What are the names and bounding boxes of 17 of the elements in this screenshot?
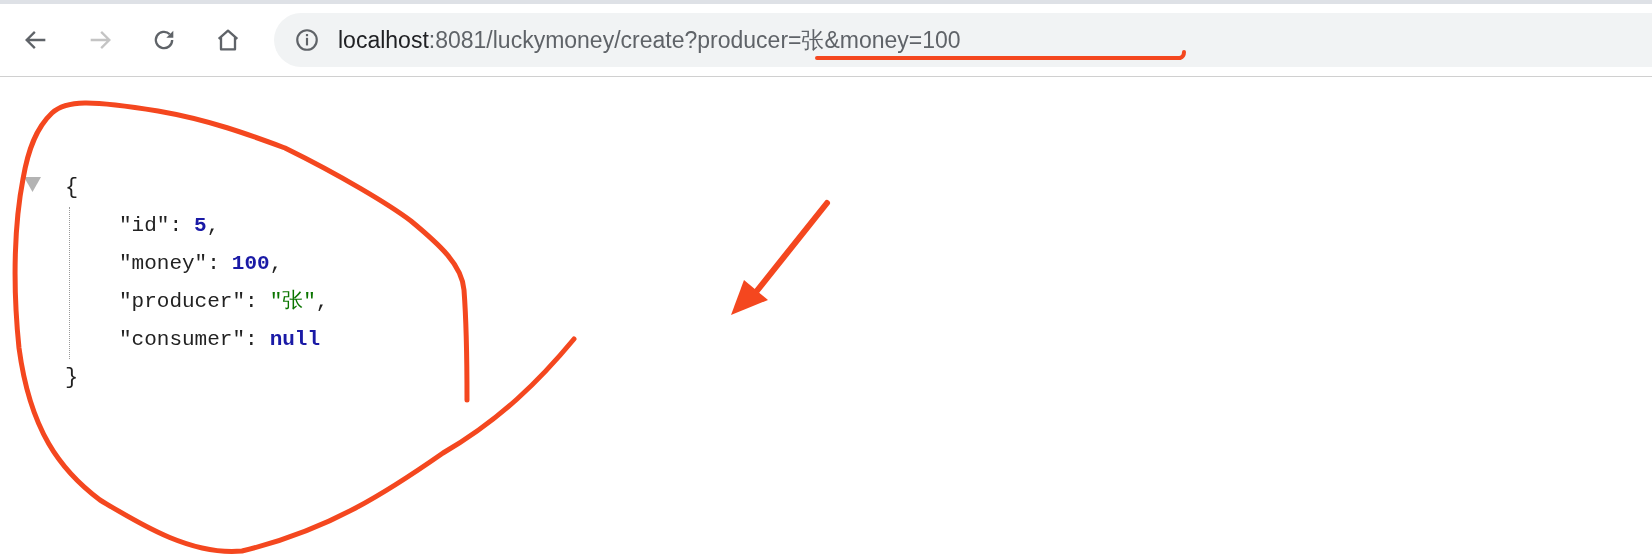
comma: , [206, 213, 220, 239]
json-value: null [269, 327, 321, 353]
collapse-toggle-icon[interactable] [24, 177, 41, 192]
comma: , [269, 251, 283, 277]
json-key: "money": [119, 245, 220, 283]
json-value: 100 [231, 251, 270, 277]
info-icon[interactable] [294, 27, 320, 53]
json-value: "张" [269, 288, 316, 315]
json-key: "id": [119, 207, 182, 245]
open-brace: { [65, 174, 79, 202]
json-key: "consumer": [119, 321, 258, 359]
url-text: localhost:8081/luckymoney/create?producer=张&money=100 [338, 25, 961, 55]
json-key: "producer": [119, 283, 258, 321]
json-value: 5 [194, 213, 207, 239]
address-bar[interactable]: localhost:8081/luckymoney/create?producer=张&money=100 [274, 13, 1652, 67]
comma: , [315, 289, 329, 315]
close-brace: } [65, 364, 79, 392]
